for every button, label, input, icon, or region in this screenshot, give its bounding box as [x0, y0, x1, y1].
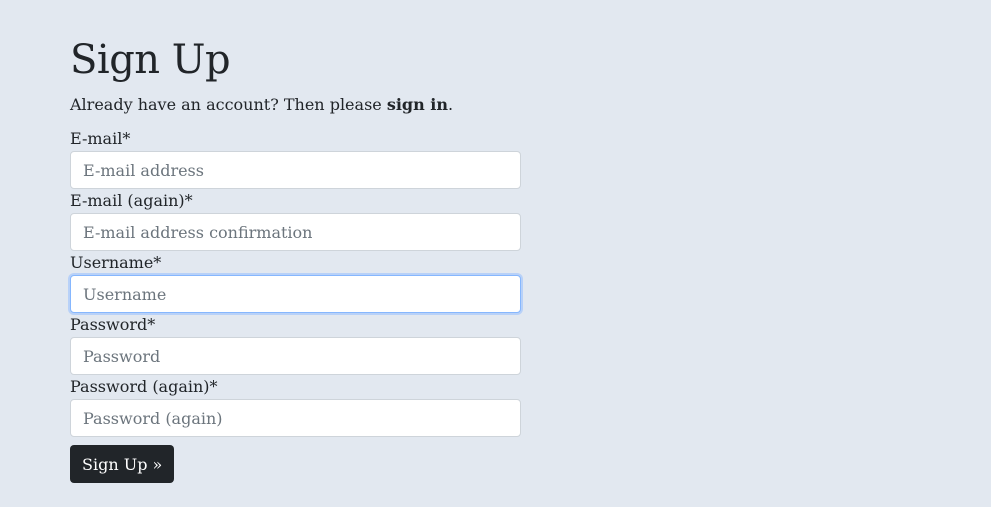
signin-link[interactable]: sign in [387, 95, 448, 114]
password-confirm-field-group: Password (again)* [70, 375, 521, 437]
username-field-group: Username* [70, 251, 521, 313]
signin-prompt-text: Already have an account? Then please [70, 95, 387, 114]
password-confirm-input[interactable] [70, 399, 521, 437]
username-label: Username* [70, 253, 162, 272]
signin-prompt: Already have an account? Then please sig… [70, 95, 521, 115]
password-confirm-label: Password (again)* [70, 377, 218, 396]
email-confirm-label: E-mail (again)* [70, 191, 193, 210]
signup-button[interactable]: Sign Up » [70, 445, 175, 483]
email-label: E-mail* [70, 129, 131, 148]
signup-form: E-mail* E-mail (again)* Username* Passwo… [70, 127, 521, 483]
email-field-group: E-mail* [70, 127, 521, 189]
password-field-group: Password* [70, 313, 521, 375]
username-input[interactable] [70, 275, 521, 313]
page-title: Sign Up [70, 37, 231, 83]
email-input[interactable] [70, 151, 521, 189]
password-label: Password* [70, 315, 156, 334]
email-confirm-field-group: E-mail (again)* [70, 189, 521, 251]
email-confirm-input[interactable] [70, 213, 521, 251]
password-input[interactable] [70, 337, 521, 375]
signin-prompt-suffix: . [448, 95, 454, 114]
signup-container: Sign Up Already have an account? Then pl… [70, 0, 521, 483]
